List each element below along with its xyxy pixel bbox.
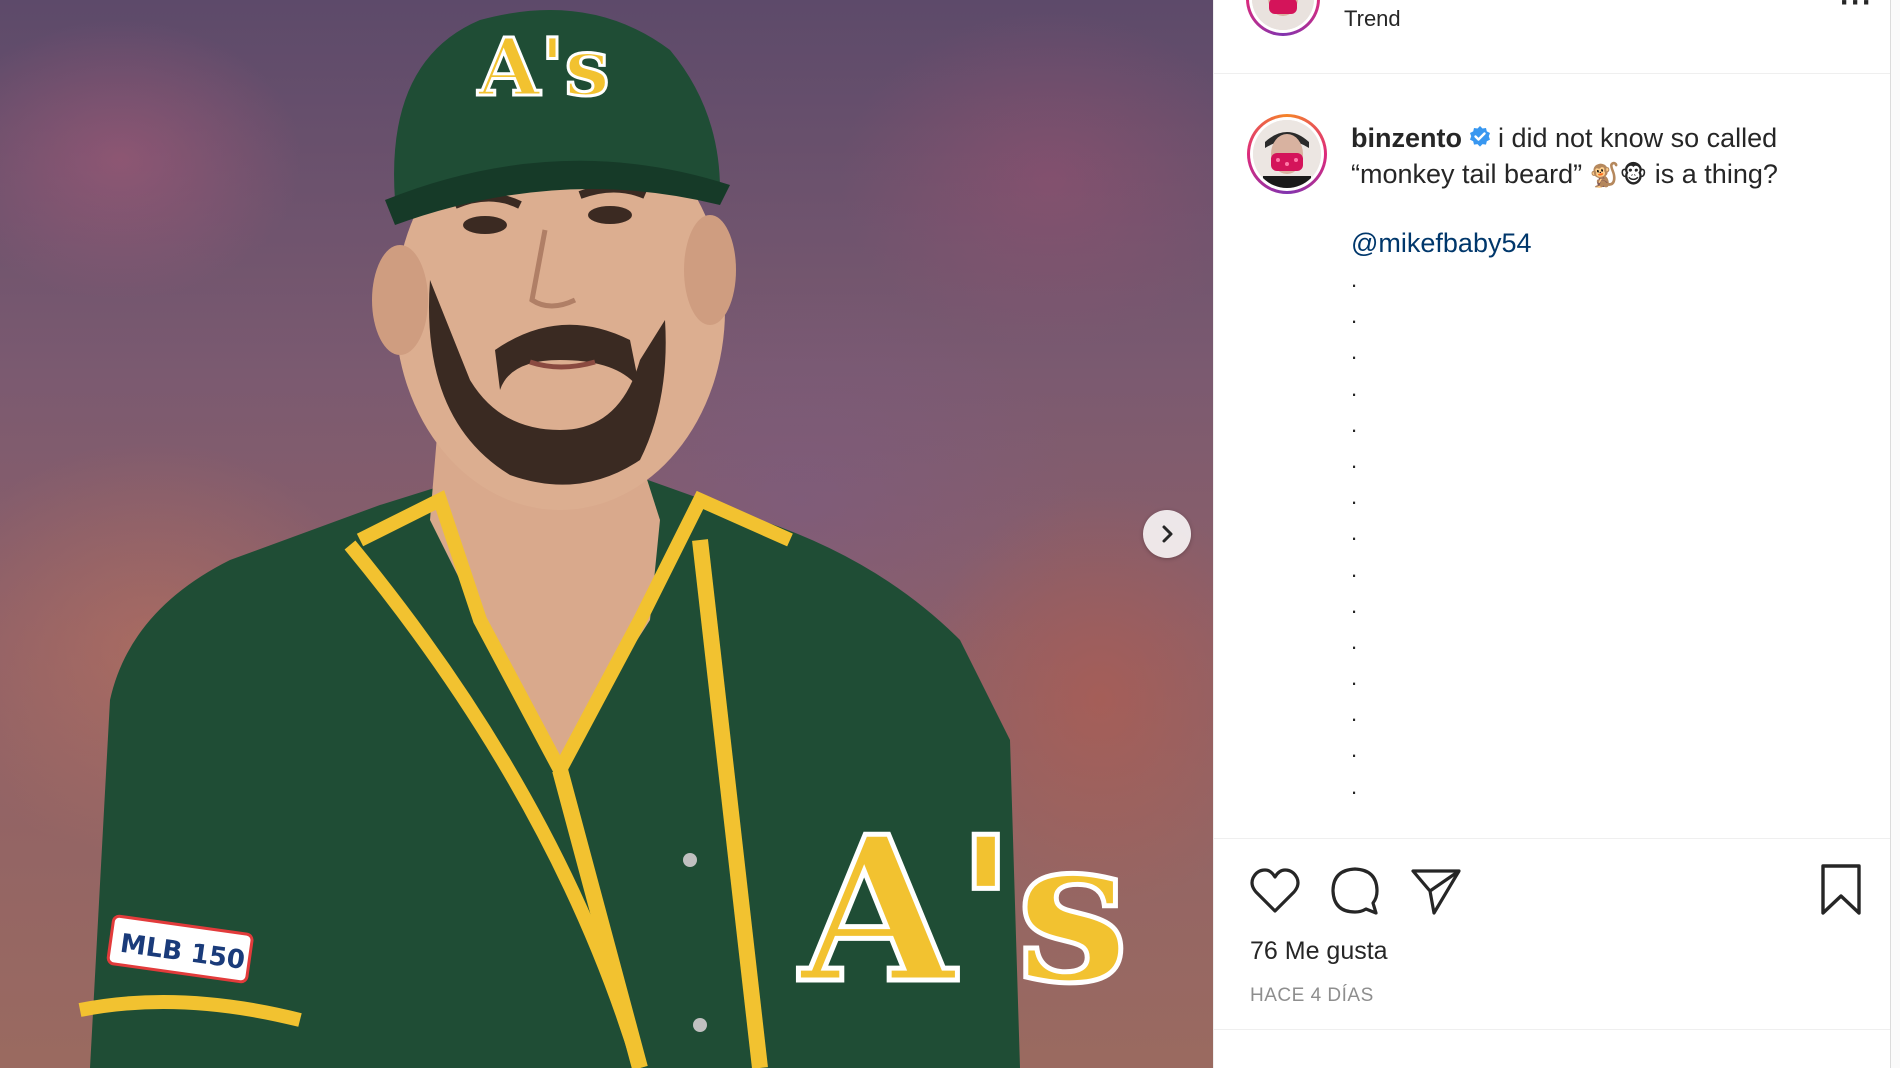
caption-dot: . [1351,447,1358,473]
action-bar: 76 Me gusta HACE 4 DÍAS [1214,838,1891,1069]
divider [1214,1029,1891,1030]
bookmark-icon[interactable] [1819,863,1863,917]
window-edge [1890,0,1900,1068]
header-location-label[interactable]: Trend [1344,6,1401,32]
caption-line-1: i did not know so called [1497,123,1778,153]
caption-dot: . [1351,628,1358,654]
mention-link[interactable]: @mikefbaby54 [1351,228,1532,259]
caption-dot: . [1351,556,1358,582]
cap-logo: A's [477,20,610,114]
comment-icon[interactable] [1329,865,1381,917]
heart-icon[interactable] [1249,867,1301,915]
send-icon[interactable] [1410,867,1462,915]
caption-dots: . . . . . . . . . . . . . . . [1351,267,1371,813]
chevron-right-icon [1162,525,1173,543]
avatar-icon [1252,0,1314,30]
avatar-icon [1253,120,1321,188]
post-header: Trend ··· [1214,0,1891,74]
caption-avatar[interactable] [1247,114,1327,194]
caption-dot: . [1351,303,1358,329]
header-avatar[interactable] [1246,0,1320,36]
post-timestamp[interactable]: HACE 4 DÍAS [1250,985,1374,1007]
caption-line-2: “monkey tail beard” [1351,159,1583,189]
caption-dot: . [1351,701,1358,727]
caption-dot: . [1351,411,1358,437]
caption-dot: . [1351,592,1358,618]
post-photo[interactable]: A's MLB 150 A's [0,0,1213,1068]
username-link[interactable]: binzento [1351,123,1462,153]
caption-dot: . [1351,339,1358,365]
caption-dot: . [1351,665,1358,691]
caption-dot: . [1351,520,1358,546]
next-image-button[interactable] [1143,510,1191,558]
verified-badge-icon [1469,125,1490,147]
jersey-logo: A's [798,793,1129,1028]
post-side-panel: Trend ··· binzento i did not know so cal… [1213,0,1891,1068]
likes-count[interactable]: 76 Me gusta [1250,937,1388,966]
caption-dot: . [1351,375,1358,401]
caption: binzento i did not know so called “monke… [1351,120,1851,194]
caption-dot: . [1351,484,1358,510]
caption-emoji: 🐒🐵 [1589,162,1648,189]
caption-dot: . [1351,773,1358,799]
caption-dot: . [1351,737,1358,763]
caption-dot: . [1351,267,1358,292]
caption-line-2-end: is a thing? [1654,159,1778,189]
player-image: A's MLB 150 A's [78,10,1132,1068]
more-options-icon[interactable]: ··· [1840,0,1873,20]
